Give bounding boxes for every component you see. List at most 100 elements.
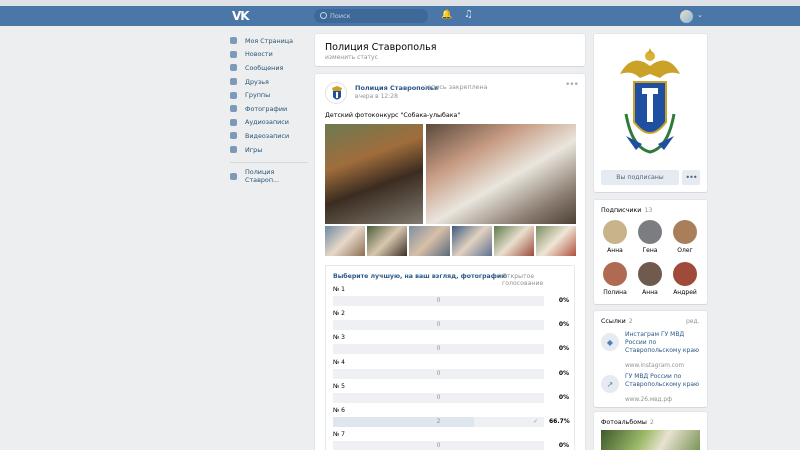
poll-option-label: № 6 xyxy=(333,407,345,414)
photo-thumbnail[interactable] xyxy=(367,226,408,256)
home-icon xyxy=(230,37,237,45)
poll-option-count: 0 xyxy=(436,345,441,353)
nav-item-group-police[interactable]: Полиция Ставроп... xyxy=(230,168,308,184)
nav-item-messages[interactable]: Сообщения xyxy=(230,61,308,75)
more-actions-button[interactable]: ••• xyxy=(682,170,700,185)
subscribers-header[interactable]: Подписчики 13 xyxy=(601,207,652,214)
subscriber[interactable]: Олег xyxy=(669,220,701,254)
user-avatar[interactable] xyxy=(680,10,693,23)
subscribed-button[interactable]: Вы подписаны xyxy=(601,170,679,185)
poll-option-bar: 0 xyxy=(333,392,544,403)
subscriber[interactable]: Анна xyxy=(634,262,666,296)
album-cover[interactable] xyxy=(601,430,700,450)
bell-icon[interactable]: 🔔 xyxy=(441,10,452,20)
nav-label: Друзья xyxy=(245,77,269,86)
subscriber-name: Олег xyxy=(677,247,693,254)
group-icon xyxy=(230,172,237,180)
poll: Выберите лучшую, на ваш взгляд, фотограф… xyxy=(325,265,575,450)
poll-option[interactable]: № 6 2 ✓ 66.7% xyxy=(333,407,570,429)
music-icon[interactable]: ♫ xyxy=(464,9,473,20)
poll-question: Выберите лучшую, на ваш взгляд, фотограф… xyxy=(333,273,508,280)
poll-option[interactable]: № 1 0 0% xyxy=(333,286,569,308)
edit-status-link[interactable]: изменить статус xyxy=(325,54,378,61)
poll-option[interactable]: № 2 0 0% xyxy=(333,310,569,332)
photo-thumbnail[interactable] xyxy=(325,226,366,256)
poll-option-label: № 2 xyxy=(333,310,345,318)
poll-option-percent: 66.7% xyxy=(549,418,570,425)
post-time[interactable]: вчера в 12:28 xyxy=(355,93,398,100)
police-crest-icon[interactable] xyxy=(612,44,688,160)
search-placeholder: Поиск xyxy=(330,12,351,20)
nav-label: Игры xyxy=(245,145,263,154)
photo-thumbnail[interactable] xyxy=(535,226,577,256)
nav-label: Новости xyxy=(245,50,273,59)
poll-option-count: 0 xyxy=(436,297,441,304)
nav-item-games[interactable]: Игры xyxy=(230,143,308,157)
vk-logo[interactable]: VK xyxy=(232,9,250,23)
poll-option-count: 2 xyxy=(436,418,441,425)
check-icon: ✓ xyxy=(533,418,539,425)
subscriber[interactable]: Анна xyxy=(599,220,631,254)
albums-title: Фотоальбомы xyxy=(601,419,647,426)
links-header: Ссылки 2 xyxy=(601,318,633,325)
nav-item-my-page[interactable]: Моя Страница xyxy=(230,34,308,48)
post-author-avatar[interactable] xyxy=(325,82,347,104)
page-title: Полиция Ставрополья xyxy=(325,42,437,53)
video-icon xyxy=(230,132,237,140)
albums-header[interactable]: Фотоальбомы 2 xyxy=(601,419,654,426)
left-nav: Моя Страница Новости Сообщения Друзья Гр… xyxy=(230,34,308,184)
top-header: VK Поиск 🔔 ♫ ⌄ xyxy=(0,6,800,26)
poll-option[interactable]: № 3 0 0% xyxy=(333,334,569,356)
news-icon xyxy=(230,50,237,58)
more-icon[interactable]: ••• xyxy=(565,80,579,90)
audio-icon xyxy=(230,118,237,126)
search-input[interactable]: Поиск xyxy=(314,9,428,23)
nav-item-video[interactable]: Видеозаписи xyxy=(230,129,308,143)
crest-icon xyxy=(332,86,342,100)
photo-thumbnail[interactable] xyxy=(493,226,534,256)
links-title: Ссылки xyxy=(601,318,626,325)
albums-count: 2 xyxy=(649,419,654,426)
chevron-down-icon[interactable]: ⌄ xyxy=(697,11,703,19)
subscriber[interactable]: Гена xyxy=(634,220,666,254)
poll-option-count: 0 xyxy=(436,393,441,401)
nav-item-friends[interactable]: Друзья xyxy=(230,75,308,89)
post-photo[interactable] xyxy=(325,124,423,224)
post-pinned-label: запись закреплена xyxy=(424,84,488,91)
subscribers-card: Подписчики 13 Анна Гена Олег Полина Анна Андре… xyxy=(594,200,707,304)
nav-item-groups[interactable]: Группы xyxy=(230,88,308,102)
nav-item-audio[interactable]: Аудиозаписи xyxy=(230,116,308,130)
nav-label: Видеозаписи xyxy=(245,131,290,140)
subscriber-avatar xyxy=(638,262,662,286)
post-card: Полиция Ставрополья запись закреплена вч… xyxy=(315,74,585,450)
nav-label: Фотографии xyxy=(245,104,288,113)
poll-option[interactable]: № 7 0 0% xyxy=(333,431,569,450)
nav-label: Моя Страница xyxy=(245,36,294,45)
poll-option[interactable]: № 4 0 0% xyxy=(333,359,569,381)
post-photo[interactable] xyxy=(426,124,576,224)
links-edit-link[interactable]: ред. xyxy=(686,318,700,325)
subscriber[interactable]: Полина xyxy=(599,262,631,296)
subscribers-title: Подписчики xyxy=(601,207,642,214)
poll-type: Открытое голосование xyxy=(502,273,544,287)
subscriber[interactable]: Андрей xyxy=(669,262,701,296)
poll-option-count: 0 xyxy=(436,369,441,377)
links-count: 2 xyxy=(628,318,633,325)
subscriber-name: Полина xyxy=(603,289,627,296)
photo-thumbnail[interactable] xyxy=(451,226,492,256)
link-icon: ◆ xyxy=(601,333,619,351)
albums-card: Фотоальбомы 2 xyxy=(594,412,707,450)
link-arrow-icon: ↗ xyxy=(601,375,619,393)
poll-option-bar: 0 xyxy=(333,320,544,331)
photo-thumbnail[interactable] xyxy=(409,226,450,256)
link-url: www.26.мвд.рф xyxy=(625,397,673,403)
poll-option[interactable]: № 5 0 0% xyxy=(333,383,569,405)
nav-item-photos[interactable]: Фотографии xyxy=(230,102,308,116)
poll-option-bar: 0 xyxy=(333,368,544,379)
poll-option-label: № 3 xyxy=(333,334,345,342)
nav-item-news[interactable]: Новости xyxy=(230,48,308,62)
poll-option-percent: 0% xyxy=(558,393,569,401)
subscriber-avatar xyxy=(638,220,662,244)
subscriber-avatar xyxy=(603,262,627,286)
poll-option-bar: 0 xyxy=(333,344,544,355)
